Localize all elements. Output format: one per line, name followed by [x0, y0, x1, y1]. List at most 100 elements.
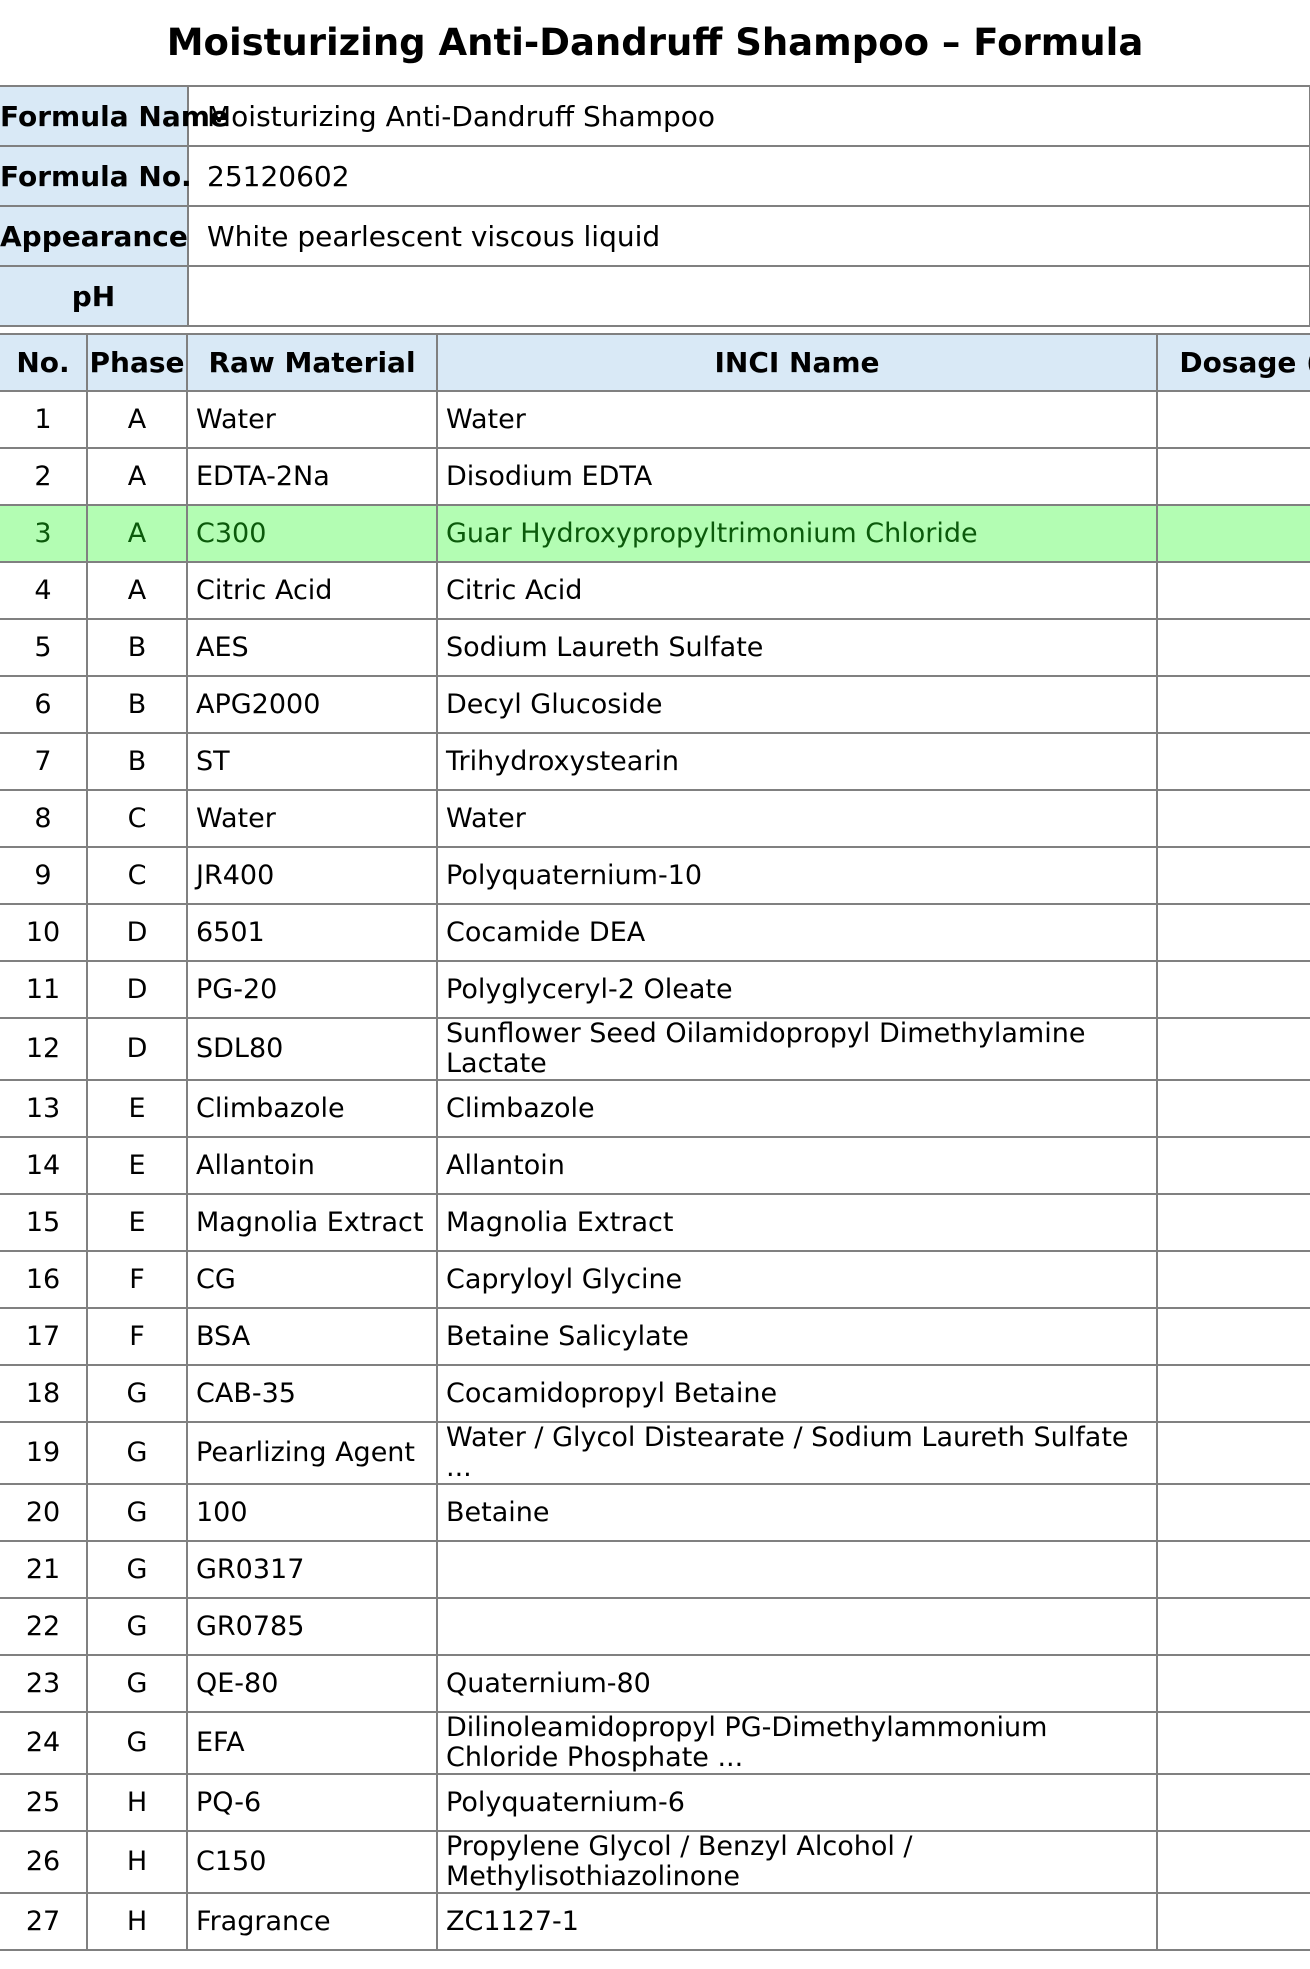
cell-raw-material[interactable]: PQ-6	[186, 1773, 438, 1832]
cell-raw-material[interactable]: QE-80	[186, 1654, 438, 1713]
cell-no[interactable]: 21	[0, 1540, 88, 1599]
cell-raw-material[interactable]: EFA	[186, 1711, 438, 1775]
cell-inci-name[interactable]: Water	[436, 390, 1158, 449]
cell-dosage[interactable]	[1156, 1017, 1310, 1081]
cell-dosage[interactable]	[1156, 732, 1310, 791]
cell-dosage[interactable]	[1156, 1136, 1310, 1195]
cell-phase[interactable]: C	[86, 789, 188, 848]
cell-raw-material[interactable]: Pearlizing Agent	[186, 1421, 438, 1485]
cell-raw-material[interactable]: 6501	[186, 903, 438, 962]
cell-dosage[interactable]	[1156, 675, 1310, 734]
cell-no[interactable]: 12	[0, 1017, 88, 1081]
cell-no[interactable]: 7	[0, 732, 88, 791]
cell-phase[interactable]: G	[86, 1540, 188, 1599]
cell-dosage[interactable]	[1156, 789, 1310, 848]
cell-inci-name[interactable]: Betaine	[436, 1483, 1158, 1542]
cell-dosage[interactable]	[1156, 1421, 1310, 1485]
cell-phase[interactable]: B	[86, 675, 188, 734]
cell-inci-name[interactable]: Dilinoleamidopropyl PG-Dimethylammonium …	[436, 1711, 1158, 1775]
cell-inci-name[interactable]: Trihydroxystearin	[436, 732, 1158, 791]
cell-phase[interactable]: A	[86, 447, 188, 506]
cell-raw-material[interactable]: CAB-35	[186, 1364, 438, 1423]
cell-phase[interactable]: G	[86, 1654, 188, 1713]
cell-dosage[interactable]	[1156, 1597, 1310, 1656]
cell-no[interactable]: 4	[0, 561, 88, 620]
cell-no[interactable]: 18	[0, 1364, 88, 1423]
cell-inci-name[interactable]: Cocamide DEA	[436, 903, 1158, 962]
cell-phase[interactable]: C	[86, 846, 188, 905]
cell-phase[interactable]: B	[86, 618, 188, 677]
cell-inci-name[interactable]: Water	[436, 789, 1158, 848]
cell-phase[interactable]: G	[86, 1711, 188, 1775]
cell-raw-material[interactable]: Citric Acid	[186, 561, 438, 620]
cell-no[interactable]: 24	[0, 1711, 88, 1775]
cell-inci-name[interactable]: Decyl Glucoside	[436, 675, 1158, 734]
cell-dosage[interactable]	[1156, 846, 1310, 905]
cell-dosage[interactable]	[1156, 1250, 1310, 1309]
cell-phase[interactable]: A	[86, 390, 188, 449]
cell-raw-material[interactable]: EDTA-2Na	[186, 447, 438, 506]
cell-raw-material[interactable]: PG-20	[186, 960, 438, 1019]
cell-no[interactable]: 6	[0, 675, 88, 734]
cell-raw-material[interactable]: SDL80	[186, 1017, 438, 1081]
cell-no[interactable]: 9	[0, 846, 88, 905]
cell-inci-name[interactable]: Climbazole	[436, 1079, 1158, 1138]
cell-raw-material[interactable]: Water	[186, 390, 438, 449]
cell-dosage[interactable]	[1156, 1079, 1310, 1138]
cell-raw-material[interactable]: Water	[186, 789, 438, 848]
cell-no[interactable]: 23	[0, 1654, 88, 1713]
cell-raw-material[interactable]: Magnolia Extract	[186, 1193, 438, 1252]
cell-no[interactable]: 14	[0, 1136, 88, 1195]
cell-dosage[interactable]	[1156, 1307, 1310, 1366]
cell-inci-name[interactable]: Quaternium-80	[436, 1654, 1158, 1713]
cell-phase[interactable]: G	[86, 1364, 188, 1423]
cell-no[interactable]: 20	[0, 1483, 88, 1542]
cell-phase[interactable]: E	[86, 1193, 188, 1252]
ph-value[interactable]	[187, 265, 1310, 327]
cell-inci-name[interactable]: Polyquaternium-10	[436, 846, 1158, 905]
cell-no[interactable]: 25	[0, 1773, 88, 1832]
cell-inci-name[interactable]: Betaine Salicylate	[436, 1307, 1158, 1366]
cell-phase[interactable]: E	[86, 1079, 188, 1138]
cell-inci-name[interactable]: Magnolia Extract	[436, 1193, 1158, 1252]
cell-no[interactable]: 17	[0, 1307, 88, 1366]
cell-dosage[interactable]	[1156, 504, 1310, 563]
cell-phase[interactable]: H	[86, 1773, 188, 1832]
cell-dosage[interactable]	[1156, 561, 1310, 620]
cell-dosage[interactable]	[1156, 1364, 1310, 1423]
cell-no[interactable]: 26	[0, 1830, 88, 1894]
cell-phase[interactable]: G	[86, 1421, 188, 1485]
cell-inci-name[interactable]: Propylene Glycol / Benzyl Alcohol / Meth…	[436, 1830, 1158, 1894]
cell-no[interactable]: 3	[0, 504, 88, 563]
cell-dosage[interactable]	[1156, 1711, 1310, 1775]
cell-raw-material[interactable]: Fragrance	[186, 1892, 438, 1951]
cell-inci-name[interactable]: Cocamidopropyl Betaine	[436, 1364, 1158, 1423]
cell-no[interactable]: 5	[0, 618, 88, 677]
cell-inci-name[interactable]: Sunflower Seed Oilamidopropyl Dimethylam…	[436, 1017, 1158, 1081]
cell-inci-name[interactable]: Polyquaternium-6	[436, 1773, 1158, 1832]
cell-phase[interactable]: A	[86, 561, 188, 620]
cell-dosage[interactable]	[1156, 903, 1310, 962]
cell-dosage[interactable]	[1156, 390, 1310, 449]
cell-raw-material[interactable]: ST	[186, 732, 438, 791]
cell-no[interactable]: 10	[0, 903, 88, 962]
appearance-value[interactable]: White pearlescent viscous liquid	[187, 205, 1310, 267]
cell-raw-material[interactable]: C300	[186, 504, 438, 563]
cell-raw-material[interactable]: APG2000	[186, 675, 438, 734]
cell-raw-material[interactable]: AES	[186, 618, 438, 677]
cell-phase[interactable]: D	[86, 960, 188, 1019]
cell-phase[interactable]: D	[86, 903, 188, 962]
cell-phase[interactable]: G	[86, 1597, 188, 1656]
cell-no[interactable]: 1	[0, 390, 88, 449]
cell-raw-material[interactable]: BSA	[186, 1307, 438, 1366]
cell-inci-name[interactable]: Disodium EDTA	[436, 447, 1158, 506]
cell-no[interactable]: 11	[0, 960, 88, 1019]
cell-no[interactable]: 8	[0, 789, 88, 848]
formula-name-value[interactable]: Moisturizing Anti-Dandruff Shampoo	[187, 85, 1310, 147]
cell-raw-material[interactable]: C150	[186, 1830, 438, 1894]
cell-dosage[interactable]	[1156, 1654, 1310, 1713]
cell-dosage[interactable]	[1156, 618, 1310, 677]
cell-dosage[interactable]	[1156, 1773, 1310, 1832]
cell-raw-material[interactable]: GR0317	[186, 1540, 438, 1599]
cell-inci-name[interactable]	[436, 1597, 1158, 1656]
